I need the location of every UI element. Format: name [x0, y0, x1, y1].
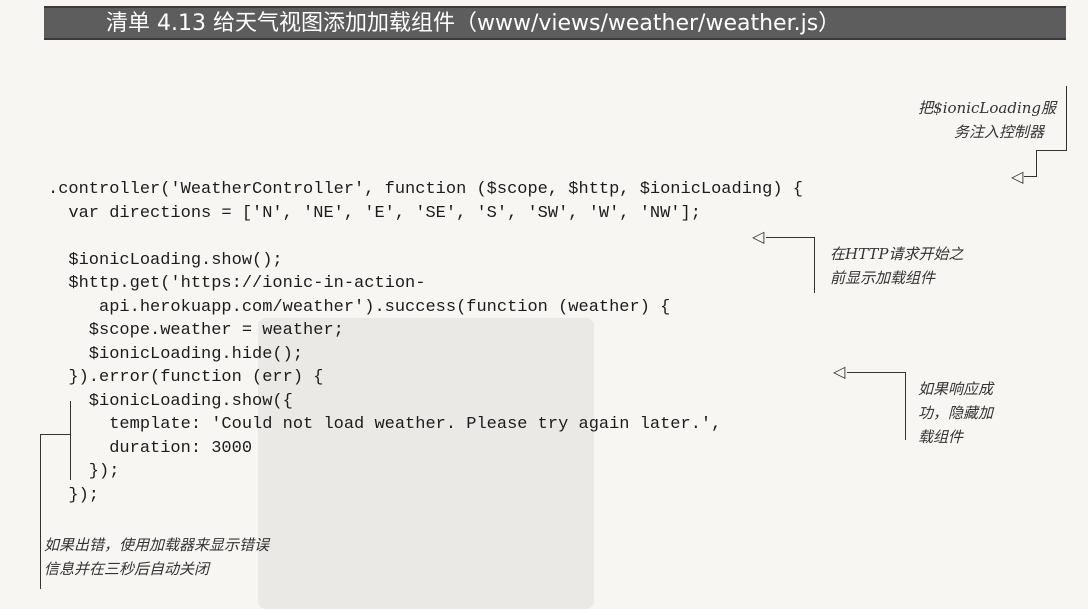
annotation-connector-show [766, 237, 814, 238]
code-line: $ionicLoading.show(); [48, 250, 283, 270]
code-line: $http.get('https://ionic-in-action- [48, 274, 426, 293]
arrow-left-icon: ◁ [1011, 167, 1024, 186]
annotation-bracket-hide [905, 372, 906, 440]
code-line: .controller('WeatherController', functio… [48, 180, 803, 199]
code-line: api.herokuapp.com/weather').success(func… [48, 297, 671, 317]
code-line: var directions = ['N', 'NE', 'E', 'SE', … [48, 203, 701, 223]
code-listing: .controller('WeatherController', functio… [48, 178, 803, 507]
code-line: }); [48, 485, 100, 505]
code-line: template: 'Could not load weather. Pleas… [48, 415, 722, 434]
annotation-hide-line: 如果响应成 [918, 380, 994, 398]
annotation-inject: 把$ionicLoading服 务注入控制器 [896, 96, 1056, 144]
code-line: $ionicLoading.hide(); [48, 344, 304, 364]
listing-title: 清单 4.13 给天气视图添加加载组件（www/views/weather/we… [106, 11, 841, 36]
annotation-bracket-show [814, 237, 815, 293]
arrow-left-icon: ◁ [833, 362, 846, 381]
annotation-error-line: 如果出错，使用加载器来显示错误 [44, 536, 270, 554]
annotation-connector-hide [847, 372, 905, 373]
annotation-connector-error [40, 434, 70, 435]
annotation-connector-inject [1036, 150, 1067, 151]
arrow-left-icon: ◁ [752, 227, 765, 246]
code-line: $ionicLoading.show({ [48, 391, 293, 411]
annotation-hide-line: 载组件 [918, 428, 964, 446]
code-line: }).error(function (err) { [48, 368, 324, 387]
annotation-error-info: 如果出错，使用加载器来显示错误 信息并在三秒后自动关闭 [44, 533, 269, 581]
annotation-connector-error [40, 434, 41, 589]
annotation-show-line: 前显示加载组件 [830, 269, 936, 287]
annotation-connector-inject [1024, 176, 1037, 177]
annotation-show-before: 在HTTP请求开始之 前显示加载组件 [830, 242, 963, 290]
listing-title-bar: 清单 4.13 给天气视图添加加载组件（www/views/weather/we… [44, 6, 1066, 40]
annotation-hide-line: 功，隐藏加 [918, 404, 994, 422]
code-line: $scope.weather = weather; [48, 321, 344, 340]
code-line: duration: 3000 [48, 438, 253, 458]
annotation-bracket-inject [1066, 86, 1067, 150]
code-line: }); [48, 462, 120, 481]
annotation-hide-on-success: 如果响应成 功，隐藏加 载组件 [918, 377, 993, 449]
annotation-inject-line: 务注入控制器 [953, 123, 1044, 141]
annotation-error-line: 信息并在三秒后自动关闭 [44, 560, 210, 578]
annotation-show-line: 在HTTP请求开始之 [830, 245, 964, 263]
annotation-connector-inject [1036, 150, 1037, 176]
annotation-inject-line: 把$ionicLoading服 [918, 99, 1056, 117]
annotation-bracket-error [70, 401, 71, 480]
